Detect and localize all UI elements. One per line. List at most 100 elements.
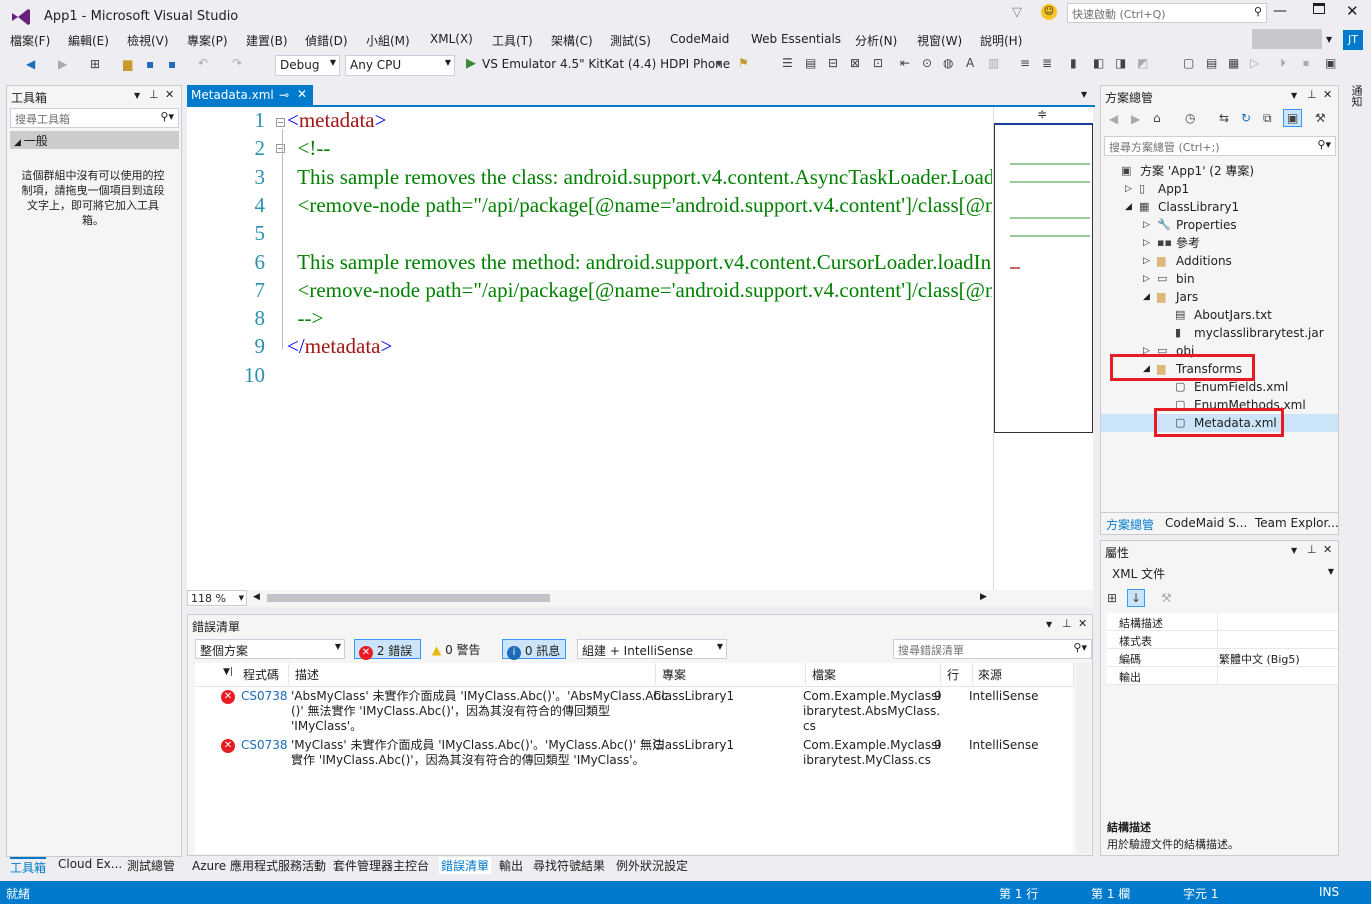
tab-team-explorer[interactable]: Team Explor...	[1255, 516, 1339, 530]
pin-icon[interactable]: ⊥	[149, 88, 159, 101]
tab-package-manager[interactable]: 套件管理器主控台	[333, 857, 429, 874]
tab-exception-settings[interactable]: 例外狀況設定	[616, 857, 688, 874]
tab-codemaid-spade[interactable]: CodeMaid S...	[1165, 516, 1247, 530]
tab-cloud-explorer[interactable]: Cloud Ex...	[58, 857, 122, 871]
tree-item[interactable]: ▷ 🔧 Properties	[1101, 216, 1338, 234]
col-line[interactable]: 行	[943, 663, 973, 685]
configuration-select[interactable]: Debug ▼	[275, 55, 340, 76]
collapse-icon[interactable]: −	[276, 118, 285, 127]
undo-icon[interactable]: ↶	[198, 56, 208, 70]
expand-icon[interactable]: ▷	[1143, 270, 1150, 288]
property-row[interactable]: 輸出	[1107, 667, 1338, 685]
menu-test[interactable]: 測試(S)	[610, 32, 651, 49]
tree-item[interactable]: ▷ ▯ App1	[1101, 180, 1338, 198]
tree-item[interactable]: ▷ ▪▪ 參考	[1101, 234, 1338, 252]
expand-icon[interactable]: ▷	[1143, 252, 1150, 270]
toolbox-search-input[interactable]: 搜尋工具箱 ⚲▾	[10, 108, 179, 128]
menu-help[interactable]: 說明(H)	[980, 32, 1022, 49]
toolbar-icon-a[interactable]: ☰	[782, 56, 793, 70]
tab-toolbox[interactable]: 工具箱	[10, 857, 47, 876]
property-pages-icon[interactable]: ⚒	[1161, 591, 1172, 605]
chevron-down-icon[interactable]: ▼	[1291, 546, 1297, 555]
menu-team[interactable]: 小組(M)	[366, 32, 410, 49]
expand-icon[interactable]: ▷	[1125, 180, 1132, 198]
find-in-files-icon[interactable]: ⚑	[738, 56, 749, 70]
properties-wrench-icon[interactable]: ⚒	[1315, 111, 1326, 125]
hscroll-thumb[interactable]	[267, 594, 550, 602]
back-icon[interactable]: ◀	[26, 57, 35, 71]
minimap[interactable]: ≑	[993, 107, 1093, 590]
toolbar-icon-m[interactable]: ▤	[1206, 56, 1217, 70]
errors-filter-button[interactable]: ✕ 2 錯誤	[354, 639, 421, 660]
pin-icon[interactable]: ⊥	[1307, 543, 1317, 556]
forward-icon[interactable]: ▶	[58, 57, 67, 71]
toolbar-icon-h[interactable]: ◍	[943, 56, 953, 70]
col-code[interactable]: 程式碼	[239, 663, 289, 685]
comment-icon[interactable]: ≡	[1020, 56, 1030, 70]
minimize-button[interactable]: —	[1273, 3, 1287, 19]
next-bookmark-icon[interactable]: ◨	[1115, 56, 1126, 70]
redo-icon[interactable]: ↷	[232, 56, 242, 70]
tab-output[interactable]: 輸出	[499, 857, 523, 874]
property-row[interactable]: 編碼 繁體中文 (Big5)	[1107, 649, 1338, 667]
toolbar-icon-o[interactable]: ▷	[1250, 56, 1259, 70]
menu-view[interactable]: 檢視(V)	[127, 32, 169, 49]
toolbar-icon-k[interactable]: ◩	[1137, 56, 1148, 70]
col-description[interactable]: 描述	[291, 663, 656, 685]
chevron-down-icon[interactable]: ▼	[134, 91, 140, 100]
close-icon[interactable]: ✕	[1323, 543, 1332, 556]
menu-window[interactable]: 視窗(W)	[917, 32, 962, 49]
toolbar-icon-n[interactable]: ▦	[1228, 56, 1239, 70]
history-icon[interactable]: ◷	[1185, 111, 1195, 125]
property-row[interactable]: 樣式表	[1107, 631, 1338, 649]
forward-icon[interactable]: ▶	[1131, 112, 1140, 126]
tree-item[interactable]: ▮ myclasslibrarytest.jar	[1101, 324, 1338, 342]
menu-edit[interactable]: 編輯(E)	[68, 32, 109, 49]
close-icon[interactable]: ✕	[1323, 88, 1332, 101]
collapse-tree-icon[interactable]: ◢	[1143, 288, 1150, 306]
chevron-down-icon[interactable]: ▼	[1291, 91, 1297, 100]
menu-project[interactable]: 專案(P)	[187, 32, 228, 49]
property-row[interactable]: 結構描述	[1107, 613, 1338, 631]
error-scope-select[interactable]: 整個方案 ▼	[195, 639, 345, 659]
tab-azure-activity[interactable]: Azure 應用程式服務活動	[192, 857, 326, 874]
menu-file[interactable]: 檔案(F)	[10, 32, 50, 49]
build-filter-select[interactable]: 組建 + IntelliSense ▼	[577, 639, 727, 659]
error-code-link[interactable]: CS0738	[241, 689, 288, 704]
pin-icon[interactable]: ⊸	[279, 88, 289, 102]
zoom-select[interactable]: 118 % ▼	[187, 590, 247, 606]
table-row[interactable]: ✕ CS0738 'MyClass' 未實作介面成員 'IMyClass.Abc…	[195, 737, 1073, 771]
col-file[interactable]: 檔案	[808, 663, 941, 685]
collapse-tree-icon[interactable]: ◢	[1125, 198, 1132, 216]
back-icon[interactable]: ◀	[1109, 112, 1118, 126]
show-all-files-icon[interactable]: ▣	[1283, 109, 1303, 127]
open-file-icon[interactable]: ▆	[123, 57, 132, 71]
collapse-icon[interactable]: −	[276, 144, 285, 153]
messages-filter-button[interactable]: i 0 訊息	[502, 639, 566, 660]
expand-icon[interactable]: ▷	[1143, 234, 1150, 252]
menu-architecture[interactable]: 架構(C)	[551, 32, 593, 49]
platform-select[interactable]: Any CPU ▼	[345, 55, 455, 76]
toolbar-icon-q[interactable]: ⏹	[1303, 56, 1309, 71]
menu-xml[interactable]: XML(X)	[430, 32, 473, 46]
notifications-tab[interactable]: 通知	[1344, 85, 1364, 125]
menu-codemaid[interactable]: CodeMaid	[670, 32, 729, 46]
tab-metadata-xml[interactable]: Metadata.xml ⊸ ✕	[187, 85, 313, 106]
expand-icon[interactable]: ▷	[1143, 216, 1150, 234]
menu-tools[interactable]: 工具(T)	[492, 32, 533, 49]
error-list-search-input[interactable]: 搜尋錯誤清單 ⚲▾	[893, 639, 1092, 659]
collapse-all-icon[interactable]: ⧉	[1263, 111, 1272, 126]
account-dropdown-icon[interactable]: ▼	[1326, 35, 1332, 44]
tree-item[interactable]: ▣ 方案 'App1' (2 專案)	[1101, 162, 1338, 180]
quick-launch-input[interactable]: 快速啟動 (Ctrl+Q) ⚲	[1067, 3, 1267, 23]
toolbar-icon-r[interactable]: ▣	[1325, 56, 1336, 70]
close-icon[interactable]: ✕	[165, 88, 174, 101]
chevron-down-icon[interactable]: ▼	[1046, 620, 1052, 629]
minimap-viewport[interactable]	[994, 123, 1093, 433]
tree-item[interactable]: ▤ AboutJars.txt	[1101, 306, 1338, 324]
split-icon[interactable]: ≑	[1037, 107, 1047, 121]
pin-icon[interactable]: ⊥	[1062, 617, 1072, 630]
error-code-link[interactable]: CS0738	[241, 738, 288, 753]
col-source[interactable]: 來源	[974, 663, 1074, 685]
run-target-button[interactable]: VS Emulator 4.5" KitKat (4.4) HDPI Phone	[482, 57, 730, 75]
